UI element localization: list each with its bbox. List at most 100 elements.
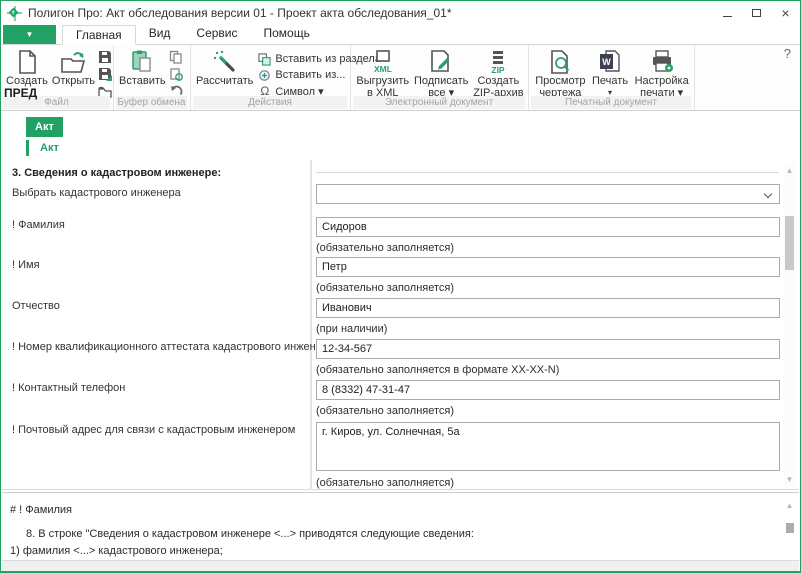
maximize-button[interactable] <box>742 1 771 25</box>
nav-item-label: Акт <box>40 142 59 154</box>
doc-tab-akt[interactable]: Акт <box>26 117 63 137</box>
ribbon-group-clipboard: Вставить Буфер обмена <box>114 45 191 110</box>
tab-servis[interactable]: Сервис <box>183 24 250 44</box>
calculate-button[interactable]: Рассчитать <box>194 48 255 88</box>
insert-from-icon <box>258 69 271 82</box>
group-caption-clipboard: Буфер обмена <box>116 96 187 109</box>
name-input[interactable] <box>316 257 780 277</box>
copy-icon[interactable] <box>169 50 183 64</box>
button-label: Печать <box>592 75 628 87</box>
patronymic-input[interactable] <box>316 298 780 318</box>
doc-search-icon <box>547 49 573 75</box>
button-label: Рассчитать <box>196 75 253 87</box>
printer-icon <box>649 49 675 75</box>
engineer-select[interactable] <box>316 184 780 204</box>
xml-icon: XML <box>370 49 396 75</box>
maximize-icon <box>752 9 761 17</box>
open-folder-icon <box>60 49 86 75</box>
ribbon-group-edocument: XML Выгрузить в XML Подписать все ▾ ZIP … <box>351 45 529 110</box>
button-label: Настройка <box>635 75 689 87</box>
button-label: Подписать <box>414 75 468 87</box>
print-button[interactable]: W Печать ▾ <box>590 48 630 100</box>
ribbon-tab-row: ▼ Главная Вид Сервис Помощь <box>1 25 800 45</box>
sign-icon <box>428 49 454 75</box>
scroll-thumb[interactable] <box>785 216 794 270</box>
ribbon-group-actions: Рассчитать Вставить из раздела Вставить … <box>191 45 351 110</box>
active-marker <box>26 140 29 156</box>
save-icon[interactable] <box>98 50 112 64</box>
file-menu-button[interactable]: ▼ <box>3 25 56 44</box>
form-panel: 3. Сведения о кадастровом инженере: Выбр… <box>2 160 799 490</box>
field-label-surname: ! Фамилия <box>12 219 65 231</box>
column-divider <box>310 160 312 490</box>
minimize-button[interactable] <box>713 1 742 25</box>
svg-text:W: W <box>602 57 611 67</box>
save-as-icon[interactable] <box>98 67 112 81</box>
scroll-up-icon[interactable]: ▲ <box>783 501 796 510</box>
button-label: Открыть <box>52 75 95 87</box>
field-hint: (обязательно заполняется в формате XX-XX… <box>316 364 559 376</box>
app-window: Полигон Про: Акт обследования версии 01 … <box>0 0 801 573</box>
app-logo-icon <box>8 7 21 20</box>
address-textarea[interactable]: г. Киров, ул. Солнечная, 5а <box>316 422 780 471</box>
new-button[interactable]: Создать <box>4 48 50 88</box>
tab-vid[interactable]: Вид <box>136 24 184 44</box>
certificate-input[interactable] <box>316 339 780 359</box>
field-label-certificate: ! Номер квалификационного аттестата када… <box>12 341 334 353</box>
tab-pomosch[interactable]: Помощь <box>251 24 323 44</box>
button-label: Вставить <box>119 75 166 87</box>
paste-button[interactable]: Вставить <box>117 48 168 88</box>
status-bar <box>2 560 799 572</box>
minimize-icon <box>723 16 732 17</box>
scroll-thumb[interactable] <box>786 523 794 533</box>
surname-input[interactable] <box>316 217 780 237</box>
form-scrollbar[interactable]: ▲ ▼ <box>783 163 796 487</box>
magic-wand-icon <box>212 49 238 75</box>
chevron-down-icon <box>764 190 772 198</box>
button-label: Выгрузить <box>356 75 409 87</box>
preview-drawing-button[interactable]: Просмотр чертежа <box>533 48 587 100</box>
tab-glavnaya[interactable]: Главная <box>62 25 136 45</box>
group-caption-edocument: Электронный документ <box>353 96 525 109</box>
field-label-name: ! Имя <box>12 259 40 271</box>
word-doc-icon: W <box>597 49 623 75</box>
scroll-up-icon[interactable]: ▲ <box>783 166 796 175</box>
sign-all-button[interactable]: Подписать все ▾ <box>412 48 470 100</box>
svg-text:ZIP: ZIP <box>492 65 506 75</box>
background-text-pred: ПРЕД <box>4 86 37 100</box>
hint-panel-scrollbar[interactable]: ▲ <box>783 495 796 557</box>
field-hint: (обязательно заполняется) <box>316 405 454 417</box>
new-document-icon <box>14 49 40 75</box>
help-button[interactable]: ? <box>784 46 791 61</box>
field-hint: (обязательно заполняется) <box>316 477 454 489</box>
group-caption-actions: Действия <box>193 96 347 109</box>
zip-icon: ZIP <box>485 49 511 75</box>
field-label-address: ! Почтовый адрес для связи с кадастровым… <box>12 424 295 436</box>
phone-input[interactable] <box>316 380 780 400</box>
hint-panel: # ! Фамилия 8. В строке "Сведения о када… <box>2 492 799 560</box>
field-hint: (обязательно заполняется) <box>316 282 454 294</box>
ribbon-group-print: Просмотр чертежа W Печать ▾ Настройка пе… <box>529 45 695 110</box>
hint-panel-text: 8. В строке "Сведения о кадастровом инже… <box>10 528 474 540</box>
open-button[interactable]: Открыть <box>50 48 97 88</box>
paste-special-icon[interactable] <box>169 67 183 81</box>
field-label-patronymic: Отчество <box>12 300 60 312</box>
print-settings-button[interactable]: Настройка печати ▾ <box>633 48 691 100</box>
paste-clipboard-icon <box>129 49 155 75</box>
group-caption-print: Печатный документ <box>531 96 691 109</box>
hint-panel-text: 1) фамилия <...> кадастрового инженера; <box>10 545 223 557</box>
nav-item-akt[interactable]: Акт <box>26 140 59 156</box>
scroll-down-icon[interactable]: ▼ <box>783 475 796 484</box>
button-label: Просмотр <box>535 75 585 87</box>
chevron-down-icon: ▼ <box>26 30 34 39</box>
field-label-select-engineer: Выбрать кадастрового инженера <box>12 187 181 199</box>
separator-line <box>316 172 779 173</box>
export-xml-button[interactable]: XML Выгрузить в XML <box>354 48 411 100</box>
field-hint: (при наличии) <box>316 323 387 335</box>
create-zip-button[interactable]: ZIP Создать ZIP-архив <box>471 48 525 100</box>
field-hint: (обязательно заполняется) <box>316 242 454 254</box>
close-button[interactable]: × <box>771 1 800 25</box>
field-label-phone: ! Контактный телефон <box>12 382 125 394</box>
hint-panel-title: # ! Фамилия <box>10 504 72 516</box>
ribbon-group-file: Создать Открыть Файл <box>1 45 114 110</box>
